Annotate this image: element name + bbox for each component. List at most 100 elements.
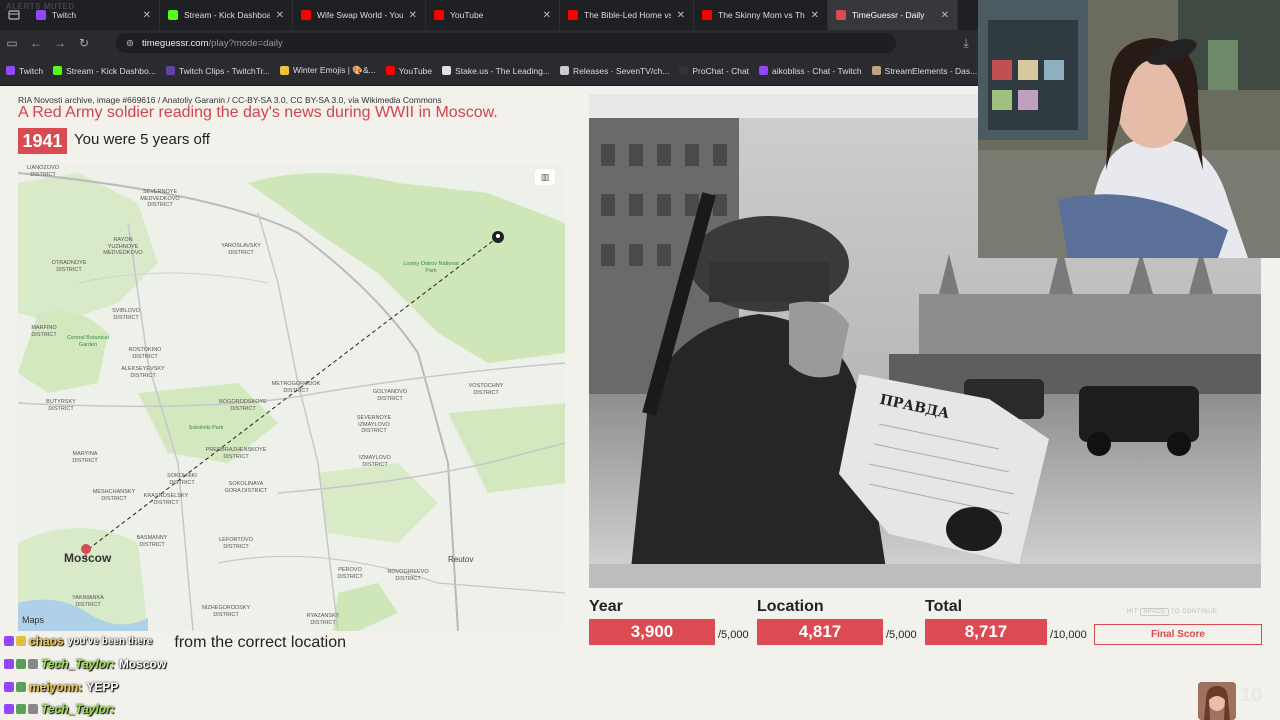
total-score-value: 8,717 [925,619,1047,645]
chat-username: Tech_Taylor: [41,657,115,671]
close-tab-icon[interactable]: ✕ [543,10,551,21]
close-tab-icon[interactable]: ✕ [409,10,417,21]
bookmarks-bar: Twitch Stream - Kick Dashbo... Twitch Clip… [0,56,978,86]
download-icon[interactable]: ⤓ [954,30,978,56]
sub-badge-icon [4,636,14,646]
chat-badges [4,636,26,646]
address-bar[interactable]: ⊚ timeguessr.com /play?mode=daily [116,33,896,53]
viewer-avatar [1198,682,1236,720]
chat-badges [4,682,26,692]
bookmark-favicon-icon [280,66,290,75]
bookmark-item[interactable]: Releases · SevenTV/ch... [559,65,670,76]
map-district-label: OTRADNOYE DISTRICT [51,260,87,273]
bookmark-item[interactable]: ProChat - Chat [679,66,749,76]
bookmark-item[interactable]: Stake.us - The Leading... [442,66,550,76]
close-tab-icon[interactable]: ✕ [941,10,949,21]
map-district-label: NIZHEGORODSKY DISTRICT [201,605,251,618]
close-tab-icon[interactable]: ✕ [276,10,284,21]
map-district-label: YAKIMANKA DISTRICT [72,595,104,608]
bookmark-favicon-icon [679,66,689,75]
map-district-label: RYAZANSKY DISTRICT [306,613,340,626]
site-info-icon[interactable]: ⊚ [126,38,134,49]
close-tab-icon[interactable]: ✕ [677,10,685,21]
tab-favicon-icon [568,10,578,20]
map-district-label: SEVERNOYE IZMAYLOVO DISTRICT [356,415,392,435]
bookmark-item[interactable]: Winter Emojis | 🎨&... [280,65,376,76]
browser-tab[interactable]: The Skinny Mom vs The He ✕ [694,0,828,30]
back-button[interactable]: ← [24,30,48,56]
webcam-image [978,0,1280,258]
map-park-label: Central Botanical Garden [67,335,109,348]
map-district-label: IZMAYLOVO DISTRICT [359,455,391,468]
map-district-label: SVIBLOVO DISTRICT [112,308,140,321]
chat-badges [4,704,38,714]
close-tab-icon[interactable]: ✕ [811,10,819,21]
map-district-label: BOGORODSKOYE DISTRICT [219,399,267,412]
browser-tab[interactable]: TimeGuessr - Daily ✕ [828,0,958,30]
bookmark-favicon-icon [871,66,881,75]
mod-badge-icon [16,682,26,692]
viewer-avatar-image [1198,682,1236,720]
tab-title: YouTube [450,10,484,20]
map-park-label: Sokolniki Park [188,425,224,431]
browser-tab[interactable]: The Bible-Led Home vs. The ✕ [560,0,694,30]
tab-favicon-icon [301,10,311,20]
total-score-label: Total [925,598,963,615]
sub-badge-icon [4,659,14,669]
map-district-label: RAYON YUZHNOYE MEDVEDKOVO [103,237,143,257]
bookmark-item[interactable]: StreamElements - Das... [871,65,978,76]
years-off-text: You were 5 years off [74,131,210,148]
browser-tab[interactable]: Stream - Kick Dashboard ✕ [160,0,293,30]
result-map[interactable]: ▥ LIANOZOVO DISTRICT SEVERNOYE MEDVEDKOV… [18,163,565,631]
map-city-label: Moscow [64,551,112,565]
browser-tab-bar: Twitch ✕ Stream - Kick Dashboard ✕ Wife Swap… [0,0,978,30]
sidebar-toggle-icon[interactable]: ▭ [0,30,24,56]
reload-button[interactable]: ↻ [72,30,96,56]
chat-username: chaos [29,634,64,648]
bookmark-label: YouTube [398,65,433,76]
bookmark-label: Twitch [19,65,44,76]
bookmark-label: StreamElements - Das... [884,65,978,76]
url-path: /play?mode=daily [208,37,283,49]
chat-message: meiyonn: YEPP [4,680,118,694]
bookmark-favicon-icon [53,66,63,75]
map-district-label: SOKOLNIKI DISTRICT [167,473,197,486]
forward-button[interactable]: → [48,30,72,56]
map-district-label: LEFORTOVO DISTRICT [219,537,253,550]
tab-favicon-icon [836,10,846,20]
map-layers-button[interactable]: ▥ [535,169,555,185]
chat-text: you've been there [67,635,153,647]
browser-tab[interactable]: YouTube ✕ [426,0,560,30]
bookmark-label: Winter Emojis | 🎨&... [293,65,376,75]
final-score-button[interactable]: Final Score [1094,624,1262,645]
close-tab-icon[interactable]: ✕ [143,10,151,21]
bookmark-item[interactable]: Twitch [6,66,43,76]
apple-maps-logo: Maps [22,615,45,625]
tab-favicon-icon [702,10,712,20]
chat-message: Tech_Taylor: [4,702,119,716]
continue-hint: HIT SPACE TO CONTINUE [1127,608,1218,616]
chat-badges [4,659,38,669]
bookmark-favicon-icon [559,66,569,75]
map-district-label: PEROVO DISTRICT [337,567,363,580]
bookmark-label: Releases · SevenTV/ch... [572,65,670,76]
browser-tab[interactable]: Wife Swap World - YouTube ✕ [293,0,426,30]
tab-favicon-icon [36,10,46,20]
bookmark-label: ProChat - Chat [692,65,750,76]
bookmark-item[interactable]: YouTube [385,65,433,76]
year-score-value: 3,900 [589,619,715,645]
map-district-label: KRASNOSELSKY DISTRICT [143,493,189,506]
bookmark-item[interactable]: Twitch Clips - TwitchTr... [165,65,271,76]
bookmark-item[interactable]: aikobliss - Chat - Twitch [759,66,862,76]
chat-message: chaos you've been there [4,634,152,648]
map-district-label: BASMANNY DISTRICT [136,535,168,548]
bookmark-label: Twitch Clips - TwitchTr... [178,65,271,76]
mod-badge-icon [16,704,26,714]
bookmark-item[interactable]: Stream - Kick Dashbo... [53,66,156,76]
sub-badge-icon [4,704,14,714]
total-score-max: /10,000 [1050,629,1087,641]
year-score-max: /5,000 [718,629,749,641]
bookmark-favicon-icon [6,66,15,75]
map-district-label: BUTYRSKY DISTRICT [46,399,76,412]
map-district-label: SOKOLINAYA GORA DISTRICT [224,481,268,494]
